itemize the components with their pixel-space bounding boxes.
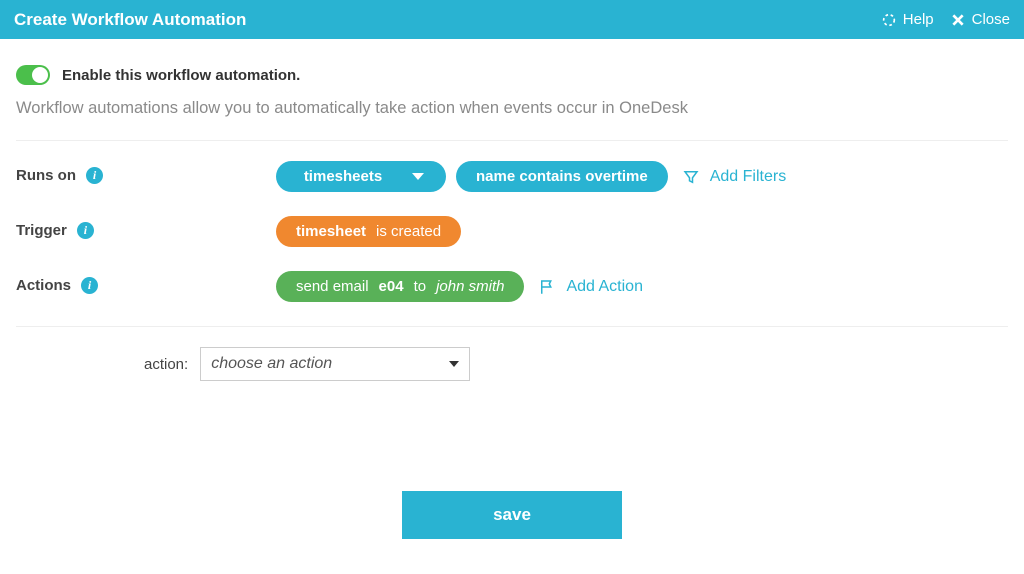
flag-icon [538, 278, 556, 296]
chevron-down-icon [412, 173, 424, 180]
trigger-entity: timesheet [296, 223, 366, 240]
add-filters-label: Add Filters [710, 168, 786, 186]
divider [16, 140, 1008, 141]
trigger-pill[interactable]: timesheet is created [276, 216, 461, 247]
info-icon[interactable]: i [86, 167, 103, 184]
close-button[interactable]: Close [950, 11, 1010, 28]
help-button[interactable]: Help [881, 11, 934, 28]
runs-on-type-label: timesheets [304, 168, 382, 185]
enable-label: Enable this workflow automation. [62, 67, 300, 84]
runs-on-type-select[interactable]: timesheets [276, 161, 446, 192]
enable-toggle[interactable] [16, 65, 50, 85]
save-row: save [16, 491, 1008, 539]
info-icon[interactable]: i [81, 277, 98, 294]
runs-on-filter-text: name contains overtime [476, 168, 648, 185]
close-icon [950, 12, 966, 28]
actions-label: Actions [16, 277, 71, 294]
trigger-row: Trigger i timesheet is created [16, 216, 1008, 247]
titlebar-actions: Help Close [881, 11, 1010, 28]
info-icon[interactable]: i [77, 222, 94, 239]
help-icon [881, 12, 897, 28]
divider [16, 326, 1008, 327]
action-prefix: send email [296, 278, 369, 295]
titlebar: Create Workflow Automation Help Close [0, 0, 1024, 39]
runs-on-row: Runs on i timesheets name contains overt… [16, 161, 1008, 192]
action-select-placeholder: choose an action [211, 355, 332, 373]
runs-on-filter-pill[interactable]: name contains overtime [456, 161, 668, 192]
trigger-label: Trigger [16, 222, 67, 239]
close-label: Close [972, 11, 1010, 28]
runs-on-label: Runs on [16, 167, 76, 184]
action-select[interactable]: choose an action [200, 347, 470, 381]
action-picker-label: action: [144, 356, 188, 373]
content: Enable this workflow automation. Workflo… [0, 39, 1024, 539]
add-filters-button[interactable]: Add Filters [682, 168, 786, 186]
help-label: Help [903, 11, 934, 28]
chevron-down-icon [449, 361, 459, 367]
description-text: Workflow automations allow you to automa… [16, 99, 1008, 118]
action-template: e04 [379, 278, 404, 295]
save-button[interactable]: save [402, 491, 622, 539]
trigger-label-wrap: Trigger i [16, 216, 276, 239]
action-recipient: john smith [436, 278, 504, 295]
add-action-label: Add Action [566, 278, 643, 296]
action-to: to [414, 278, 427, 295]
action-picker-row: action: choose an action [16, 347, 1008, 381]
trigger-condition: is created [376, 223, 441, 240]
add-action-button[interactable]: Add Action [538, 278, 643, 296]
runs-on-label-wrap: Runs on i [16, 161, 276, 184]
enable-row: Enable this workflow automation. [16, 65, 1008, 85]
action-pill[interactable]: send email e04 to john smith [276, 271, 524, 302]
filter-icon [682, 168, 700, 186]
actions-label-wrap: Actions i [16, 271, 276, 294]
titlebar-title: Create Workflow Automation [14, 10, 246, 30]
actions-row: Actions i send email e04 to john smith A… [16, 271, 1008, 302]
